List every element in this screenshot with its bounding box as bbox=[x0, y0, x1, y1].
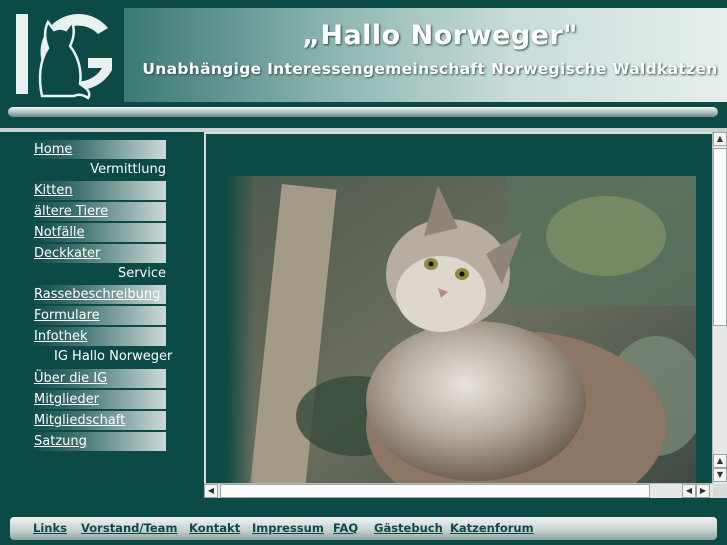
nav-link-deckkater[interactable]: Deckkater bbox=[30, 244, 166, 263]
nav-link-mitgliedschaft[interactable]: Mitgliedschaft bbox=[30, 411, 166, 430]
nav-link-home[interactable]: Home bbox=[30, 140, 166, 159]
scroll-left-icon[interactable]: ◀ bbox=[204, 484, 218, 498]
nav-link-formulare[interactable]: Formulare bbox=[30, 306, 166, 325]
scroll-down-icon[interactable]: ▼ bbox=[713, 468, 727, 482]
ig-cat-logo bbox=[8, 8, 124, 102]
nav-heading-ig-hallo-norweger: IG Hallo Norweger bbox=[54, 349, 173, 364]
nav-link-satzung[interactable]: Satzung bbox=[30, 432, 166, 451]
nav-link-ueber-die-ig[interactable]: Über die IG bbox=[30, 369, 166, 388]
footer-link-links[interactable]: Links bbox=[33, 521, 67, 535]
footer-nav-bar: Links Vorstand/Team Kontakt Impressum FA… bbox=[10, 517, 717, 540]
sidebar-nav: Home Vermittlung Kitten ältere Tiere Not… bbox=[0, 132, 200, 498]
scroll-up-small-icon[interactable]: ▲ bbox=[713, 454, 727, 468]
header-divider bbox=[8, 107, 718, 117]
horizontal-scrollbar[interactable]: ◀ ◀ ▶ bbox=[204, 483, 713, 498]
nav-link-mitglieder[interactable]: Mitglieder bbox=[30, 390, 166, 409]
footer-link-katzenforum[interactable]: Katzenforum bbox=[450, 521, 534, 535]
nav-heading-service: Service bbox=[117, 266, 166, 281]
footer-link-impressum[interactable]: Impressum bbox=[252, 521, 324, 535]
nav-link-notfaelle[interactable]: Notfälle bbox=[30, 223, 166, 242]
vertical-scroll-thumb[interactable] bbox=[713, 148, 727, 326]
vertical-scrollbar[interactable]: ▲ ▲ ▼ bbox=[712, 132, 727, 484]
footer-link-vorstand-team[interactable]: Vorstand/Team bbox=[81, 521, 177, 535]
site-footer: Links Vorstand/Team Kontakt Impressum FA… bbox=[0, 506, 727, 545]
nav-heading-vermittlung: Vermittlung bbox=[90, 162, 166, 177]
nav-link-kitten[interactable]: Kitten bbox=[30, 181, 166, 200]
content-frame: ▲ ▲ ▼ ◀ ◀ ▶ bbox=[204, 132, 727, 498]
site-header: „Hallo Norweger" Unabhängige Interesseng… bbox=[0, 0, 727, 128]
content-bottom-border bbox=[0, 498, 727, 506]
nav-link-rassebeschreibung[interactable]: Rassebeschreibung bbox=[30, 285, 166, 304]
footer-link-faq[interactable]: FAQ bbox=[333, 521, 358, 535]
cat-photo bbox=[226, 176, 696, 484]
footer-link-gaestebuch[interactable]: Gästebuch bbox=[374, 521, 443, 535]
nav-link-infothek[interactable]: Infothek bbox=[30, 327, 166, 346]
site-subtitle: Unabhängige Interessengemeinschaft Norwe… bbox=[142, 60, 718, 78]
content-viewport bbox=[206, 134, 712, 484]
nav-link-aeltere-tiere[interactable]: ältere Tiere bbox=[30, 202, 166, 221]
footer-link-kontakt[interactable]: Kontakt bbox=[189, 521, 240, 535]
horizontal-scroll-thumb[interactable] bbox=[220, 484, 650, 498]
scroll-right-icon[interactable]: ▶ bbox=[696, 484, 710, 498]
scroll-up-icon[interactable]: ▲ bbox=[713, 132, 727, 146]
scroll-left-small-icon[interactable]: ◀ bbox=[682, 484, 696, 498]
site-title: „Hallo Norweger" bbox=[302, 20, 578, 51]
